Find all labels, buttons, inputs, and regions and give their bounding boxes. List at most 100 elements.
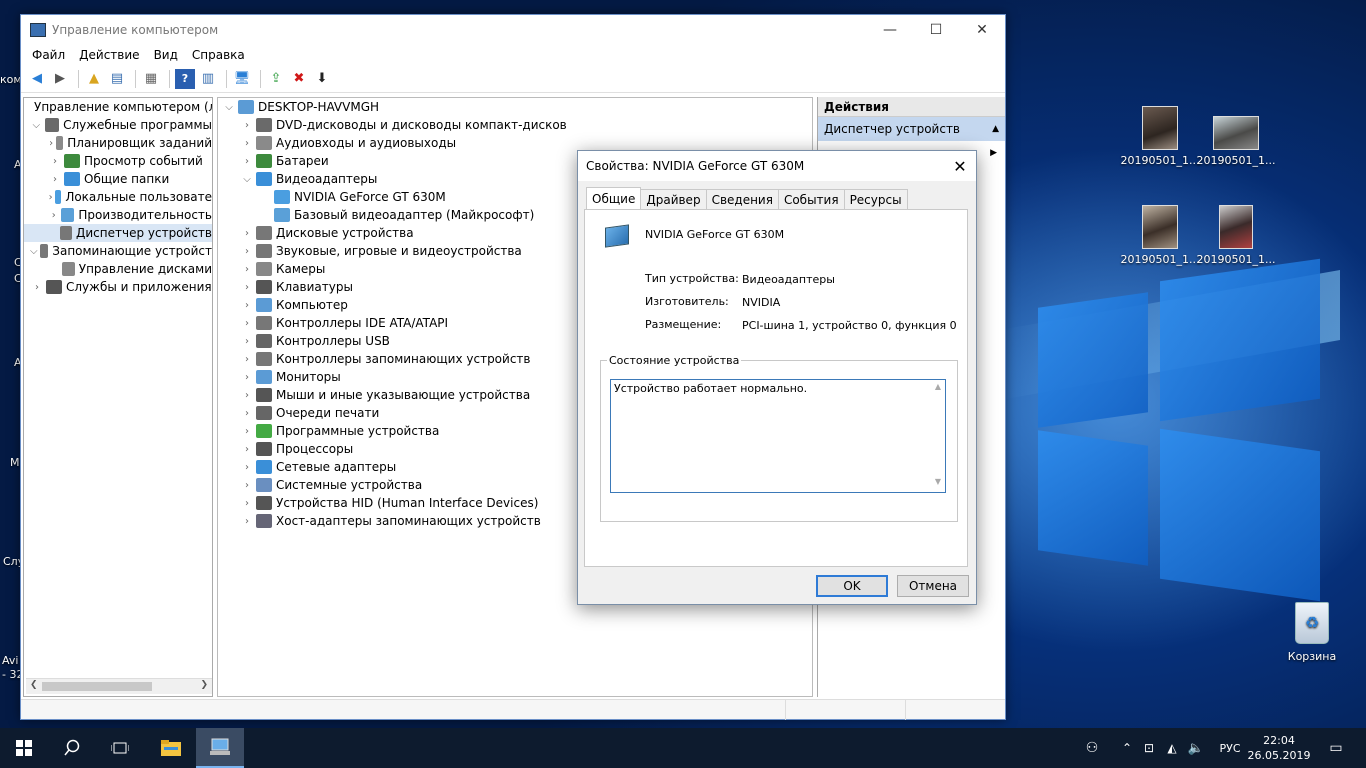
- notifications-icon[interactable]: ▭: [1318, 728, 1354, 768]
- expand-chevron-icon[interactable]: ›: [240, 462, 254, 473]
- expand-chevron-icon[interactable]: ⌵: [30, 246, 38, 257]
- properties-icon[interactable]: ▦: [141, 69, 161, 89]
- expand-chevron-icon[interactable]: ›: [48, 192, 53, 203]
- console-tree-item[interactable]: ⌵ Служебные программы: [24, 116, 212, 134]
- expand-chevron-icon[interactable]: ›: [240, 408, 254, 419]
- desktop-icon-photo-3[interactable]: 20190501_1...: [1118, 205, 1202, 266]
- dialog-close-button[interactable]: ✕: [944, 157, 976, 176]
- console-tree-item[interactable]: Диспетчер устройств: [24, 224, 212, 242]
- expand-chevron-icon[interactable]: ›: [48, 138, 54, 149]
- search-button[interactable]: [48, 728, 96, 768]
- expand-chevron-icon[interactable]: ›: [240, 246, 254, 257]
- expand-chevron-icon[interactable]: ›: [240, 516, 254, 527]
- horizontal-scrollbar[interactable]: ❮ ❯: [26, 678, 212, 694]
- expand-chevron-icon[interactable]: ›: [240, 228, 254, 239]
- console-tree-item[interactable]: › Планировщик заданий: [24, 134, 212, 152]
- help-icon[interactable]: ?: [175, 68, 195, 89]
- status-scrollbar[interactable]: ▲ ▼: [931, 380, 945, 492]
- device-category-item[interactable]: › DVD-дисководы и дисководы компакт-диско…: [218, 116, 812, 134]
- language-indicator[interactable]: РУС: [1212, 728, 1248, 768]
- disable-device-icon[interactable]: ⬇: [312, 69, 332, 89]
- close-button[interactable]: ✕: [959, 15, 1005, 45]
- volume-icon[interactable]: 🔈: [1186, 728, 1206, 768]
- expand-chevron-icon[interactable]: ›: [240, 336, 254, 347]
- expand-chevron-icon[interactable]: ›: [240, 156, 254, 167]
- cancel-button[interactable]: Отмена: [897, 575, 969, 597]
- edge-icon-label[interactable]: ком: [0, 73, 22, 86]
- scan-hardware-icon[interactable]: 🖥: [232, 69, 252, 89]
- menu-action[interactable]: Действие: [72, 48, 146, 62]
- expand-chevron-icon[interactable]: ›: [240, 426, 254, 437]
- tab-resources[interactable]: Ресурсы: [843, 189, 908, 209]
- uninstall-device-icon[interactable]: ✖: [289, 69, 309, 89]
- console-tree-item[interactable]: › Просмотр событий: [24, 152, 212, 170]
- expand-chevron-icon[interactable]: ›: [240, 138, 254, 149]
- desktop-icon-photo-1[interactable]: 20190501_1...: [1118, 106, 1202, 167]
- scrollbar-thumb[interactable]: [42, 682, 152, 691]
- device-status-textbox[interactable]: Устройство работает нормально. ▲ ▼: [610, 379, 946, 493]
- expand-chevron-icon[interactable]: ›: [48, 156, 62, 167]
- ok-button[interactable]: OK: [816, 575, 888, 597]
- console-tree-item[interactable]: Управление дисками: [24, 260, 212, 278]
- taskbar-computer-management[interactable]: [196, 728, 244, 768]
- expand-chevron-icon[interactable]: ›: [240, 390, 254, 401]
- recycle-bin[interactable]: ♻ Корзина: [1270, 602, 1354, 663]
- desktop-icon-photo-4[interactable]: 20190501_1...: [1194, 205, 1278, 266]
- console-tree-item[interactable]: › Производительность: [24, 206, 212, 224]
- up-folder-icon[interactable]: ▲: [84, 69, 104, 89]
- console-tree-item[interactable]: › Службы и приложения: [24, 278, 212, 296]
- desktop-icon-photo-2[interactable]: 20190501_1...: [1194, 106, 1278, 167]
- tree-root[interactable]: Управление компьютером (л: [24, 98, 212, 116]
- expand-chevron-icon[interactable]: ›: [240, 372, 254, 383]
- action-pane-icon[interactable]: ▥: [198, 69, 218, 89]
- show-hide-tree-icon[interactable]: ▤: [107, 69, 127, 89]
- expand-chevron-icon[interactable]: ›: [48, 174, 62, 185]
- expand-chevron-icon[interactable]: ›: [240, 282, 254, 293]
- show-hidden-icons-chevron-icon[interactable]: ⌃: [1118, 728, 1136, 768]
- expand-chevron-icon[interactable]: ›: [240, 300, 254, 311]
- console-tree-item[interactable]: ⌵ Запоминающие устройст: [24, 242, 212, 260]
- console-tree-item[interactable]: › Общие папки: [24, 170, 212, 188]
- tab-driver[interactable]: Драйвер: [640, 189, 707, 209]
- people-icon[interactable]: ⚇: [1080, 728, 1104, 768]
- menu-file[interactable]: Файл: [25, 48, 72, 62]
- actions-device-manager[interactable]: Диспетчер устройств ▲: [818, 117, 1005, 141]
- collapse-chevron-icon[interactable]: ⌵: [222, 102, 236, 113]
- tab-events[interactable]: События: [777, 189, 845, 209]
- expand-chevron-icon[interactable]: ⌵: [240, 174, 254, 185]
- menu-view[interactable]: Вид: [147, 48, 185, 62]
- update-driver-icon[interactable]: ⇪: [266, 69, 286, 89]
- expand-chevron-icon[interactable]: ›: [240, 264, 254, 275]
- device-root[interactable]: ⌵ DESKTOP-HAVVMGH: [218, 98, 812, 116]
- task-view-button[interactable]: [96, 728, 144, 768]
- console-tree-item[interactable]: › Локальные пользовате: [24, 188, 212, 206]
- tray-device-icon[interactable]: ⊡: [1140, 728, 1158, 768]
- expand-chevron-icon[interactable]: ›: [48, 210, 59, 221]
- expand-chevron-icon[interactable]: ›: [240, 498, 254, 509]
- back-icon[interactable]: ◀: [27, 69, 47, 89]
- tab-details[interactable]: Сведения: [705, 189, 779, 209]
- scroll-left-icon[interactable]: ❮: [30, 680, 38, 690]
- forward-icon[interactable]: ▶: [50, 69, 70, 89]
- clock[interactable]: 22:04 26.05.2019: [1248, 728, 1311, 768]
- device-category-label: DVD-дисководы и дисководы компакт-дисков: [276, 118, 567, 132]
- maximize-button[interactable]: ☐: [913, 15, 959, 45]
- minimize-button[interactable]: —: [867, 15, 913, 45]
- collapse-triangle-icon[interactable]: ▲: [992, 117, 999, 141]
- expand-chevron-icon[interactable]: ⌵: [30, 120, 43, 131]
- network-icon[interactable]: ◭: [1162, 728, 1182, 768]
- menu-help[interactable]: Справка: [185, 48, 252, 62]
- expand-chevron-icon[interactable]: ›: [240, 444, 254, 455]
- title-bar[interactable]: Управление компьютером — ☐ ✕: [21, 15, 1005, 45]
- start-button[interactable]: [0, 728, 48, 768]
- device-category-label: Звуковые, игровые и видеоустройства: [276, 244, 522, 258]
- expand-chevron-icon[interactable]: ›: [30, 282, 44, 293]
- expand-chevron-icon[interactable]: ›: [240, 318, 254, 329]
- dialog-title-bar[interactable]: Свойства: NVIDIA GeForce GT 630M ✕: [578, 151, 976, 181]
- expand-chevron-icon[interactable]: ›: [240, 480, 254, 491]
- expand-chevron-icon[interactable]: ›: [240, 354, 254, 365]
- scroll-right-icon[interactable]: ❯: [200, 680, 208, 690]
- taskbar-file-explorer[interactable]: [147, 728, 195, 768]
- tab-general[interactable]: Общие: [586, 187, 642, 209]
- expand-chevron-icon[interactable]: ›: [240, 120, 254, 131]
